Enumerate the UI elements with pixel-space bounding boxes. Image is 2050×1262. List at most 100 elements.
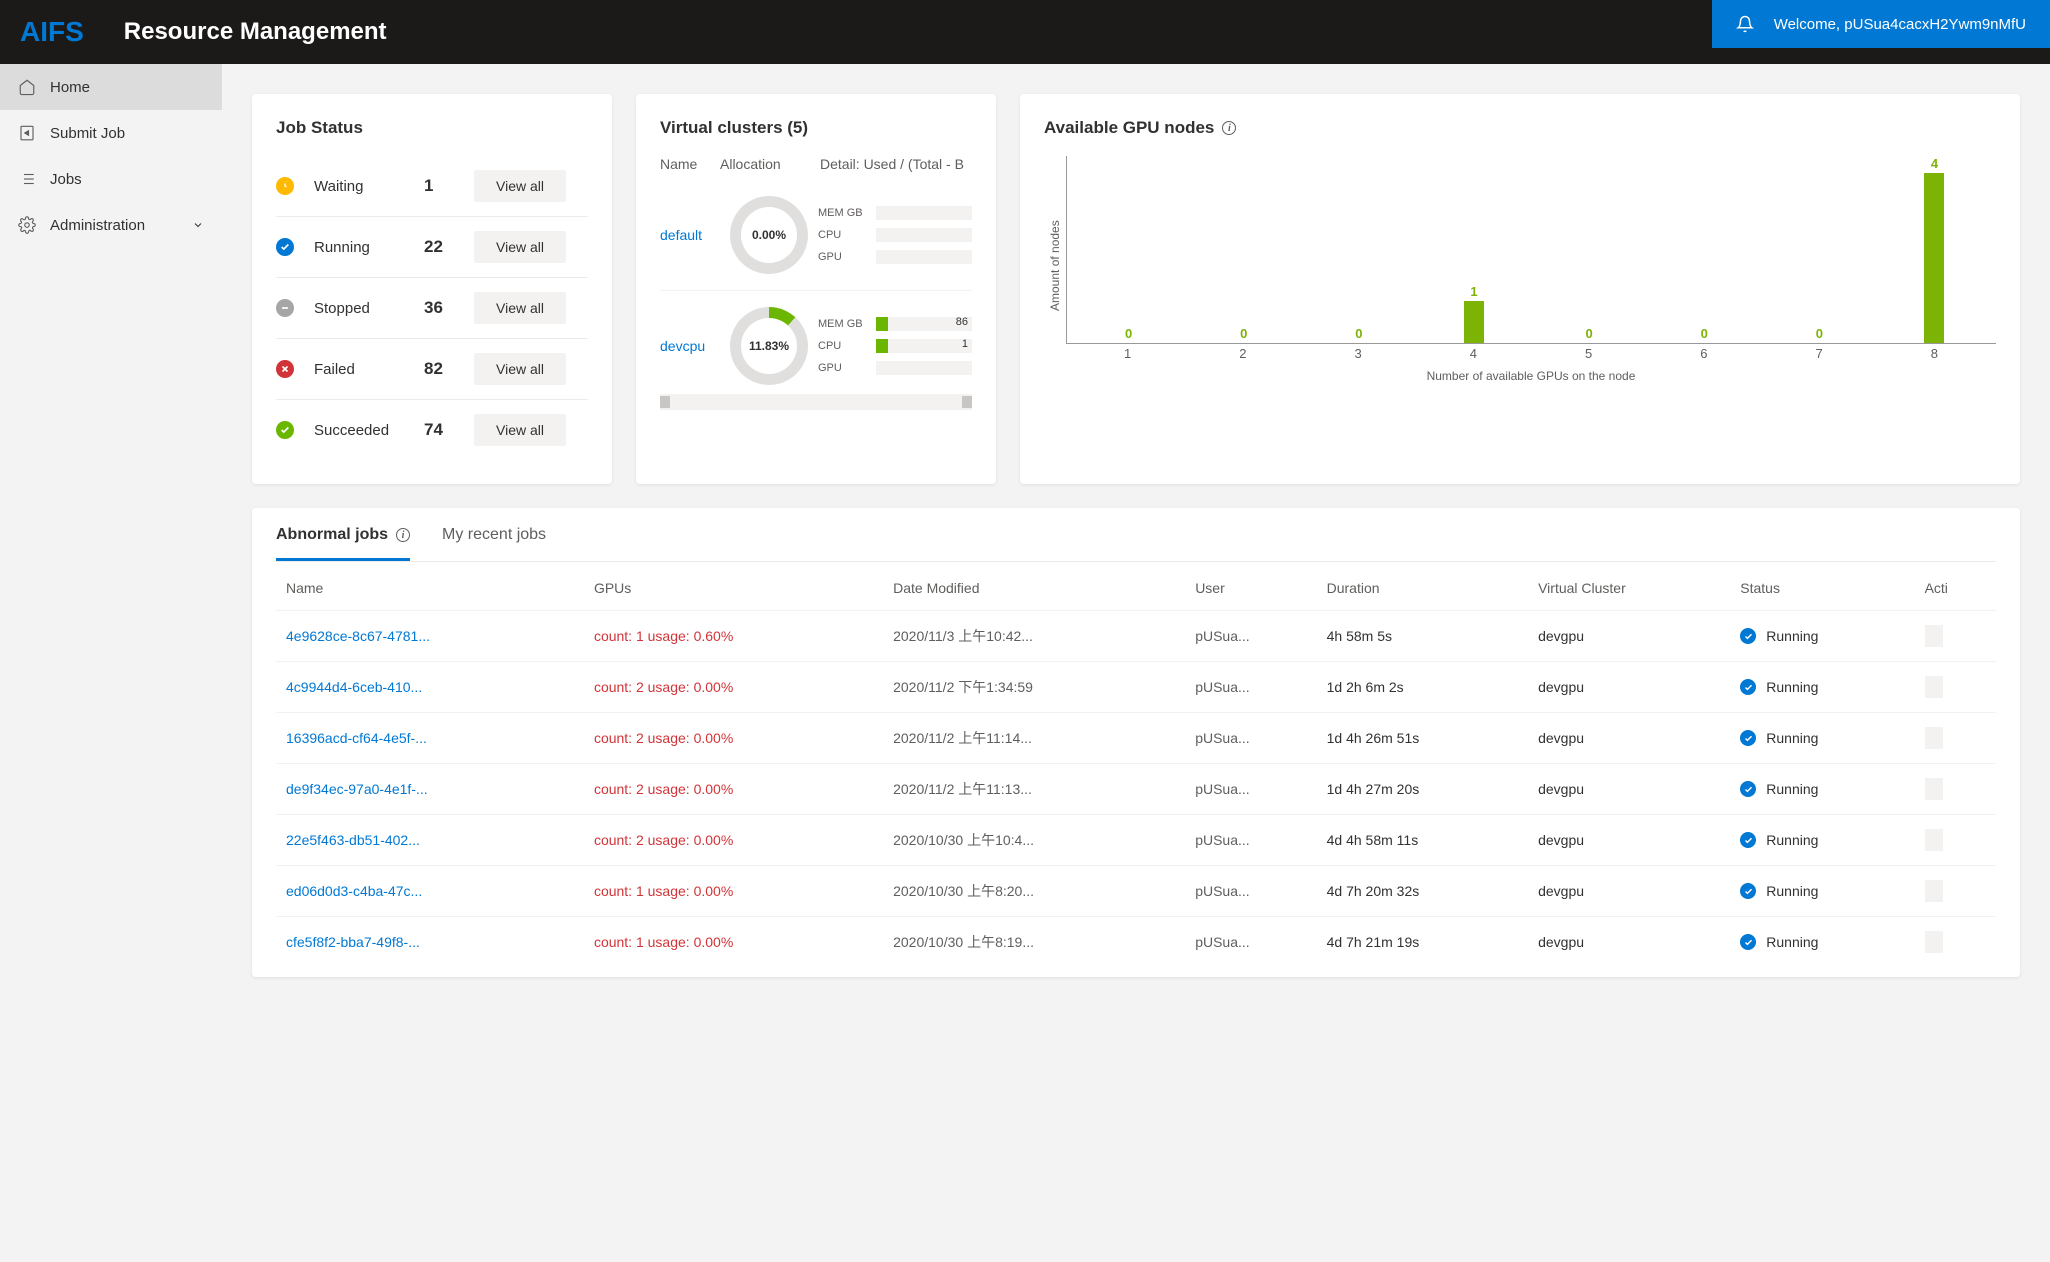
vc-col-alloc: Allocation <box>720 156 820 172</box>
vc-detail-label: MEM GB <box>818 318 868 330</box>
table-row: 4e9628ce-8c67-4781... count: 1 usage: 0.… <box>276 611 1996 662</box>
job-gpu-usage: count: 2 usage: 0.00% <box>584 764 883 815</box>
view-all-button[interactable]: View all <box>474 292 566 324</box>
view-all-button[interactable]: View all <box>474 231 566 263</box>
sidebar-item-admin[interactable]: Administration <box>0 202 222 248</box>
job-action[interactable] <box>1915 917 1996 968</box>
job-table-col[interactable]: Status <box>1730 562 1914 611</box>
job-user: pUSua... <box>1185 764 1316 815</box>
job-table-col[interactable]: GPUs <box>584 562 883 611</box>
job-vc: devgpu <box>1528 866 1730 917</box>
vc-detail-row: MEM GB <box>818 206 972 220</box>
list-icon <box>18 170 36 188</box>
table-row: 16396acd-cf64-4e5f-... count: 2 usage: 0… <box>276 713 1996 764</box>
gpu-bar-value: 0 <box>1240 326 1247 341</box>
view-all-button[interactable]: View all <box>474 353 566 385</box>
job-table-col[interactable]: Duration <box>1317 562 1528 611</box>
job-action[interactable] <box>1915 611 1996 662</box>
job-action[interactable] <box>1915 815 1996 866</box>
gpu-bar-value: 0 <box>1125 326 1132 341</box>
job-gpu-usage: count: 2 usage: 0.00% <box>584 662 883 713</box>
job-vc: devgpu <box>1528 917 1730 968</box>
job-name-link[interactable]: 4e9628ce-8c67-4781... <box>276 611 584 662</box>
job-name-link[interactable]: ed06d0d3-c4ba-47c... <box>276 866 584 917</box>
job-name-link[interactable]: cfe5f8f2-bba7-49f8-... <box>276 917 584 968</box>
job-status-row: Waiting 1 View all <box>276 156 588 217</box>
job-table-col[interactable]: Name <box>276 562 584 611</box>
main-content: Job Status Waiting 1 View all Running 22… <box>222 64 2050 1262</box>
bell-icon[interactable] <box>1736 15 1754 33</box>
view-all-button[interactable]: View all <box>474 170 566 202</box>
info-icon[interactable]: i <box>1222 121 1236 135</box>
sidebar-item-label: Jobs <box>50 171 82 188</box>
gpu-bar-value: 0 <box>1355 326 1362 341</box>
virtual-clusters-card: Virtual clusters (5) Name Allocation Det… <box>636 94 996 484</box>
vc-detail-bar <box>876 228 972 242</box>
vc-detail-label: GPU <box>818 362 868 374</box>
job-name-link[interactable]: 4c9944d4-6ceb-410... <box>276 662 584 713</box>
job-status-title: Job Status <box>276 118 588 138</box>
running-icon <box>1740 730 1756 746</box>
job-name-link[interactable]: 22e5f463-db51-402... <box>276 815 584 866</box>
gpu-bar-col: 0 <box>1805 326 1833 343</box>
chevron-down-icon <box>192 219 204 231</box>
sidebar-item-label: Home <box>50 79 90 96</box>
tab-abnormal-jobs[interactable]: Abnormal jobs i <box>276 508 410 561</box>
running-icon <box>1740 679 1756 695</box>
job-user: pUSua... <box>1185 866 1316 917</box>
topbar: AIFS Resource Management Welcome, pUSua4… <box>0 0 2050 64</box>
job-user: pUSua... <box>1185 662 1316 713</box>
gpu-xlabels: 12345678 <box>1066 344 1996 363</box>
job-status-row: Stopped 36 View all <box>276 278 588 339</box>
job-action[interactable] <box>1915 764 1996 815</box>
job-table-col[interactable]: Virtual Cluster <box>1528 562 1730 611</box>
sidebar-item-jobs[interactable]: Jobs <box>0 156 222 202</box>
job-status-row: Failed 82 View all <box>276 339 588 400</box>
gpu-bar-value: 4 <box>1931 156 1938 171</box>
tab-my-recent-jobs[interactable]: My recent jobs <box>442 508 546 561</box>
vc-name-link[interactable]: default <box>660 227 720 243</box>
running-icon <box>1740 934 1756 950</box>
gpu-xtick: 5 <box>1575 346 1603 361</box>
welcome-banner[interactable]: Welcome, pUSua4cacxH2Ywm9nMfU <box>1712 0 2050 48</box>
job-action[interactable] <box>1915 713 1996 764</box>
vc-detail-bar <box>876 250 972 264</box>
vc-row: devcpu 11.83% MEM GB 86 CPU 1 GPU <box>660 291 972 390</box>
gpu-xtick: 4 <box>1459 346 1487 361</box>
logo[interactable]: AIFS <box>20 16 84 48</box>
vc-name-link[interactable]: devcpu <box>660 338 720 354</box>
allocation-percent: 11.83% <box>741 318 797 374</box>
job-status: Running <box>1730 764 1914 815</box>
vc-detail-bar <box>876 206 972 220</box>
job-table-col[interactable]: Date Modified <box>883 562 1185 611</box>
job-action[interactable] <box>1915 662 1996 713</box>
submit-icon <box>18 124 36 142</box>
vc-body[interactable]: default 0.00% MEM GB CPU GPU <box>660 180 972 390</box>
view-all-button[interactable]: View all <box>474 414 566 446</box>
job-action[interactable] <box>1915 866 1996 917</box>
job-table-header: NameGPUsDate ModifiedUserDurationVirtual… <box>276 562 1996 611</box>
job-table-col[interactable]: User <box>1185 562 1316 611</box>
vc-detail-row: MEM GB 86 <box>818 317 972 331</box>
vc-detail-value: 86 <box>956 316 968 328</box>
gpu-xlabel: Number of available GPUs on the node <box>1066 369 1996 383</box>
gpu-chart: Amount of nodes 0 0 0 1 0 0 0 4 12345678… <box>1044 156 1996 376</box>
sidebar-item-home[interactable]: Home <box>0 64 222 110</box>
vc-detail-bar: 86 <box>876 317 972 331</box>
job-name-link[interactable]: 16396acd-cf64-4e5f-... <box>276 713 584 764</box>
home-icon <box>18 78 36 96</box>
job-gpu-usage: count: 1 usage: 0.00% <box>584 917 883 968</box>
gpu-nodes-card: Available GPU nodes i Amount of nodes 0 … <box>1020 94 2020 484</box>
job-table-col[interactable]: Acti <box>1915 562 1996 611</box>
sidebar-item-submit[interactable]: Submit Job <box>0 110 222 156</box>
vc-scrollbar-x[interactable] <box>660 394 972 410</box>
status-label: Waiting <box>314 178 424 195</box>
job-user: pUSua... <box>1185 611 1316 662</box>
vc-detail-bar <box>876 361 972 375</box>
table-row: 4c9944d4-6ceb-410... count: 2 usage: 0.0… <box>276 662 1996 713</box>
job-name-link[interactable]: de9f34ec-97a0-4e1f-... <box>276 764 584 815</box>
running-icon <box>1740 832 1756 848</box>
sidebar-item-label: Administration <box>50 217 145 234</box>
vc-detail-row: GPU <box>818 250 972 264</box>
info-icon[interactable]: i <box>396 528 410 542</box>
